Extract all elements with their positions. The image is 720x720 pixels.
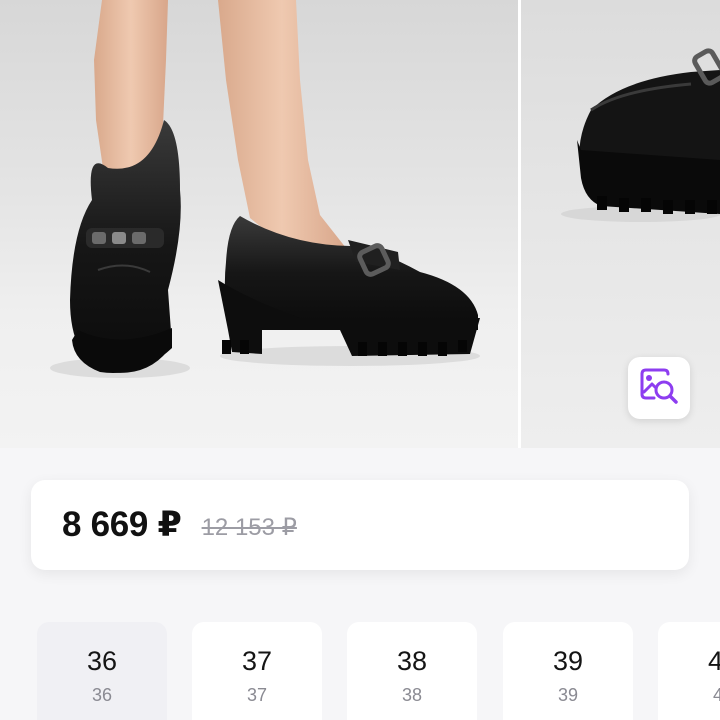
size-sub-label: 36	[91, 685, 113, 705]
size-sub-label: 39	[557, 685, 579, 705]
product-photo-shoes	[50, 0, 480, 378]
size-sub-label: 40	[712, 685, 720, 705]
image-search-icon	[638, 366, 680, 411]
product-gallery[interactable]	[0, 0, 720, 448]
size-option-36[interactable]: 36 36	[37, 622, 167, 720]
size-sub-label: 38	[401, 685, 423, 705]
product-photo[interactable]	[0, 0, 518, 448]
size-label: 36	[86, 646, 118, 676]
product-photo-shoe-closeup	[561, 48, 720, 222]
size-label: 37	[241, 646, 273, 676]
size-option-37[interactable]: 37 37	[192, 622, 322, 720]
size-label: 40	[707, 646, 720, 676]
size-option-39[interactable]: 39 39	[503, 622, 633, 720]
old-price: 12 153 ₽	[201, 513, 297, 541]
image-search-button[interactable]	[628, 357, 690, 419]
current-price: 8 669 ₽	[62, 505, 182, 544]
product-page: 8 669 ₽ 12 153 ₽ 36 36 37 37 38 38 39 39…	[0, 0, 720, 720]
size-option-38[interactable]: 38 38	[347, 622, 477, 720]
size-label: 38	[396, 646, 428, 676]
size-label: 39	[552, 646, 584, 676]
size-option-40[interactable]: 40 40	[658, 622, 720, 720]
price-card: 8 669 ₽ 12 153 ₽	[31, 480, 689, 570]
size-sub-label: 37	[246, 685, 268, 705]
product-photo-next[interactable]	[521, 0, 720, 448]
size-selector: 36 36 37 37 38 38 39 39 40 40	[37, 622, 720, 720]
